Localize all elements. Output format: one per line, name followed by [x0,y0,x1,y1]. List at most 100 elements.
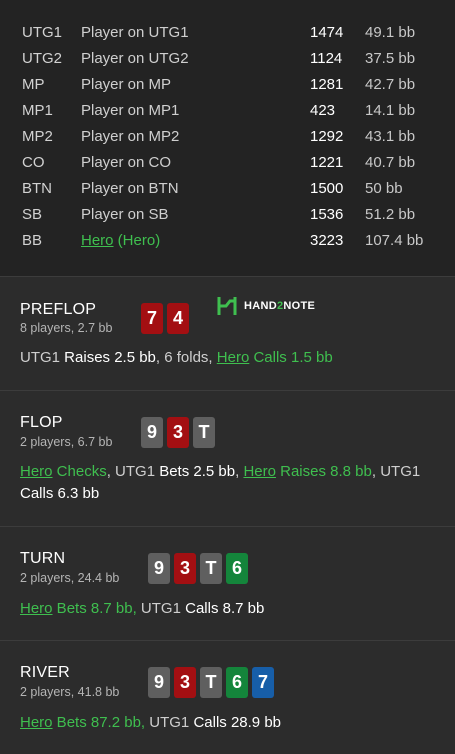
street-subtitle: 2 players, 41.8 bb [20,685,120,699]
player-row: MP2 Player on MP2 1292 43.1 bb [0,124,455,150]
player-chips: 1292 [310,128,344,145]
player-bb: 43.1 bb [365,128,416,145]
player-row: UTG2 Player on UTG2 1124 37.5 bb [0,46,455,72]
player-chips: 1124 [310,50,343,67]
street-actions: Hero Bets 87.2 bb, UTG1 Calls 28.9 bb [20,712,441,734]
player-position: MP1 [22,102,53,119]
player-name: Hero (Hero) [81,228,160,254]
player-row: MP Player on MP 1281 42.7 bb [0,72,455,98]
player-bb: 50 bb [365,180,403,197]
action-player: , UTG1 [371,463,421,480]
street-preflop: PREFLOP 8 players, 2.7 bb 7 4 UTG1 Raise… [0,276,455,390]
action-text: Raises 2.5 bb [60,349,156,366]
player-bb: 49.1 bb [365,24,416,41]
player-name: Player on MP [81,76,172,93]
hero-link[interactable]: Hero [20,463,53,480]
street-actions: Hero Bets 8.7 bb, UTG1 Calls 8.7 bb [20,598,441,620]
action-text: Calls 28.9 bb [189,714,282,731]
player-position: MP [22,76,45,93]
player-bb: 51.2 bb [365,206,416,223]
player-row: UTG1 Player on UTG1 1474 49.1 bb [0,20,455,46]
player-name: Player on MP2 [81,128,180,145]
street-flop: FLOP 2 players, 6.7 bb 9 3 T Hero Checks… [0,390,455,526]
player-chips: 1221 [310,154,344,171]
card: 6 [226,667,248,698]
street-title: RIVER [20,664,70,681]
street-river: RIVER 2 players, 41.8 bb 9 3 T 6 7 Hero … [0,640,455,754]
hero-link[interactable]: Hero [217,349,250,366]
player-row: BTN Player on BTN 1500 50 bb [0,176,455,202]
card: T [200,667,222,698]
player-bb: 42.7 bb [365,76,416,93]
player-position: UTG1 [22,24,63,41]
hero-link[interactable]: Hero [20,600,53,617]
player-name: Player on UTG2 [81,50,189,67]
player-bb: 107.4 bb [365,232,424,249]
player-position: SB [22,206,43,223]
street-actions: UTG1 Raises 2.5 bb, 6 folds, Hero Calls … [20,347,441,369]
player-name: Player on SB [81,206,169,223]
player-position: BB [22,232,43,249]
hero-link[interactable]: Hero [243,463,276,480]
flop-cards: 9 3 T [141,417,215,448]
street-title: FLOP [20,414,63,431]
card: 3 [167,417,189,448]
card: 9 [141,417,163,448]
player-position: UTG2 [22,50,63,67]
street-subtitle: 2 players, 24.4 bb [20,571,120,585]
street-turn: TURN 2 players, 24.4 bb 9 3 T 6 Hero Bet… [0,526,455,640]
action-player: UTG1 [145,714,190,731]
action-text: Calls 1.5 bb [249,349,333,366]
player-row: CO Player on CO 1221 40.7 bb [0,150,455,176]
hero-link[interactable]: Hero [81,232,114,249]
hand2note-logo: HAND2NOTE [216,295,315,317]
preflop-cards: 7 4 [141,303,189,334]
player-position: CO [22,154,45,171]
card: 9 [148,667,170,698]
card: 7 [141,303,163,334]
turn-cards: 9 3 T 6 [148,553,248,584]
player-bb: 37.5 bb [365,50,416,67]
player-chips: 1500 [310,180,344,197]
street-title: PREFLOP [20,301,97,318]
player-chips: 1474 [310,24,344,41]
action-text: Bets 8.7 bb, [52,600,137,617]
player-chips: 423 [310,102,336,119]
player-row-hero: BB Hero (Hero) 3223 107.4 bb [0,228,455,254]
street-subtitle: 8 players, 2.7 bb [20,321,113,335]
players-table: UTG1 Player on UTG1 1474 49.1 bb UTG2 Pl… [0,0,455,276]
action-text: Calls 6.3 bb [20,485,100,502]
player-bb: 14.1 bb [365,102,416,119]
river-cards: 9 3 T 6 7 [148,667,274,698]
street-title: TURN [20,550,66,567]
action-text: , 6 folds, [155,349,217,366]
player-position: BTN [22,180,52,197]
card: 3 [174,553,196,584]
card: 3 [174,667,196,698]
player-position: MP2 [22,128,53,145]
player-row: SB Player on SB 1536 51.2 bb [0,202,455,228]
player-name: Player on UTG1 [81,24,189,41]
player-name: Player on MP1 [81,102,180,119]
player-bb: 40.7 bb [365,154,416,171]
player-name: Player on BTN [81,180,179,197]
card: 6 [226,553,248,584]
player-chips: 1281 [310,76,344,93]
street-actions: Hero Checks, UTG1 Bets 2.5 bb, Hero Rais… [20,461,441,505]
card: 9 [148,553,170,584]
action-player: UTG1 [136,600,181,617]
action-text: Checks [52,463,107,480]
player-chips: 3223 [310,232,344,249]
hero-suffix: (Hero) [113,232,161,249]
player-chips: 1536 [310,206,344,223]
logo-text: HAND2NOTE [244,300,316,312]
action-text: Bets 2.5 bb [155,463,236,480]
hero-link[interactable]: Hero [20,714,53,731]
card: 4 [167,303,189,334]
street-subtitle: 2 players, 6.7 bb [20,435,113,449]
player-name: Player on CO [81,154,172,171]
card: T [200,553,222,584]
action-text: Calls 8.7 bb [180,600,265,617]
action-player: UTG1 [20,349,61,366]
card: 7 [252,667,274,698]
